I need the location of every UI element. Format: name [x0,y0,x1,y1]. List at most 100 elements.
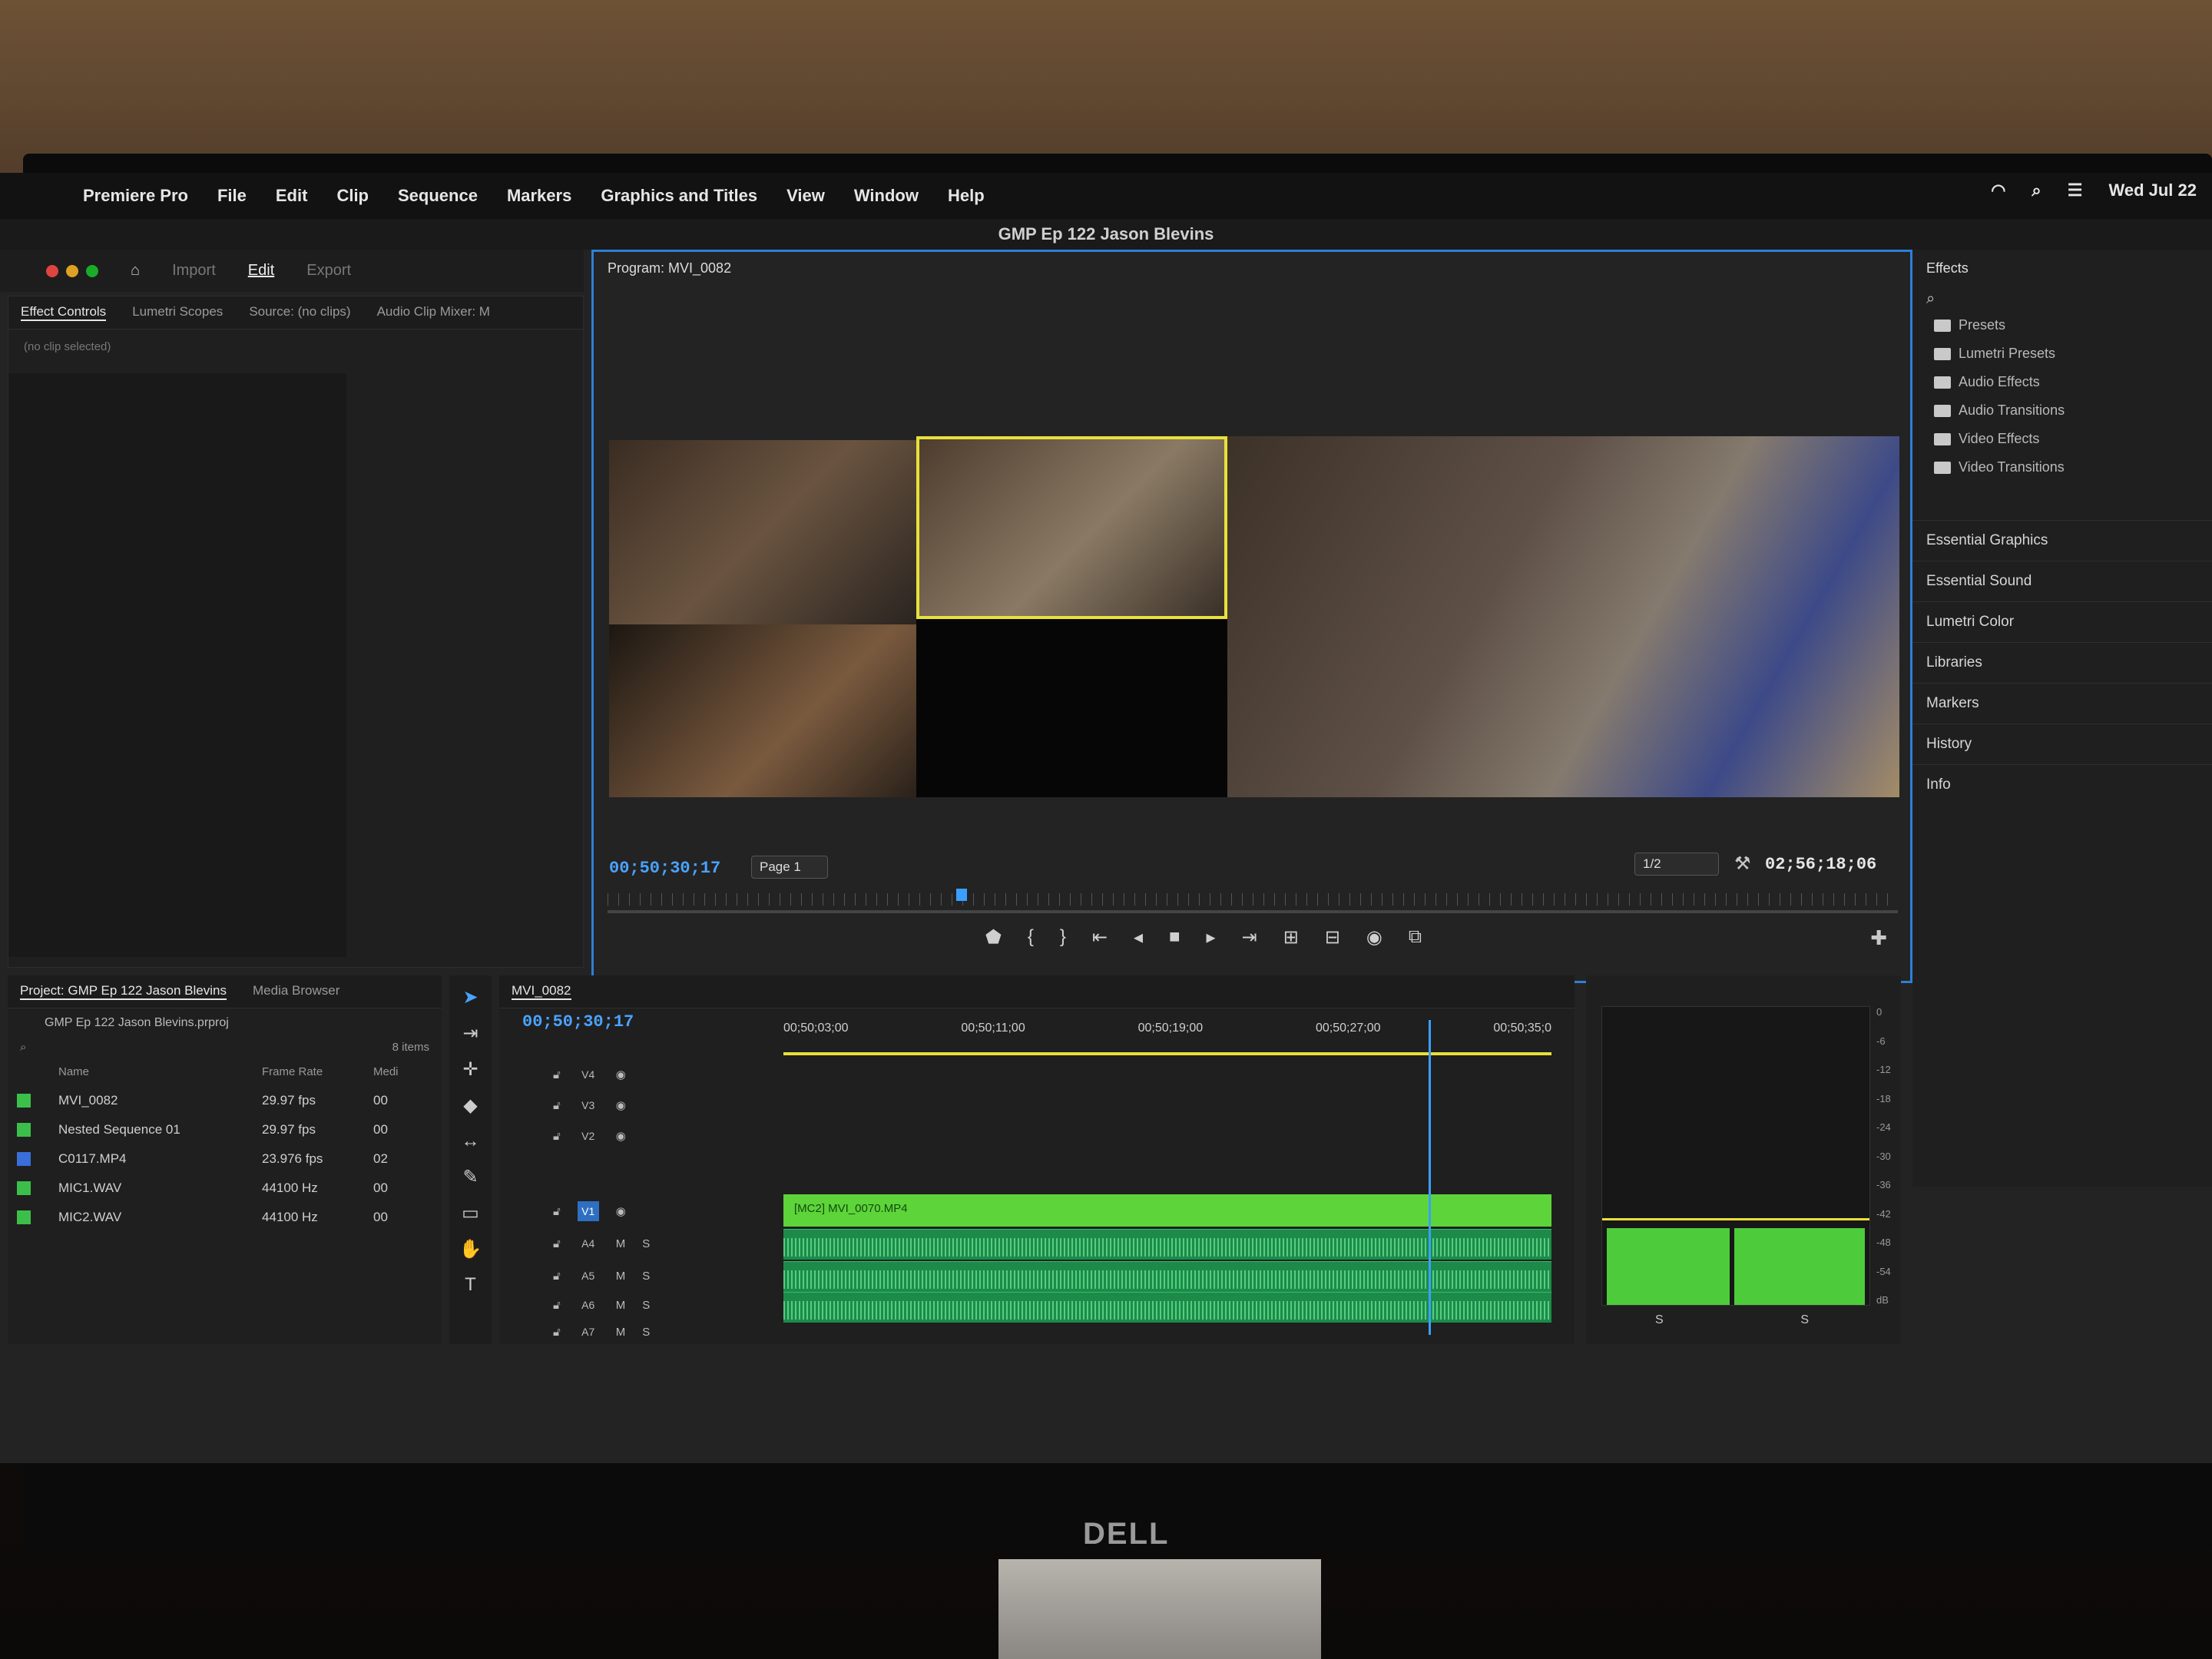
menu-file[interactable]: File [217,186,247,206]
go-to-out-icon[interactable]: ⇥ [1242,926,1257,949]
timeline-timecode[interactable]: 00;50;30;17 [522,1012,634,1031]
export-frame-icon[interactable]: ◉ [1366,926,1382,949]
effects-search-icon[interactable]: ⌕ [1912,287,2212,311]
lock-icon[interactable]: 🔓︎ [553,1299,561,1312]
menu-app-name[interactable]: Premiere Pro [83,186,188,206]
mark-out-icon[interactable]: } [1060,926,1066,949]
panel-essential-sound[interactable]: Essential Sound [1912,561,2212,601]
audio-clip[interactable] [783,1229,1551,1260]
lift-icon[interactable]: ⊞ [1283,926,1299,949]
track-label[interactable]: A4 [578,1233,599,1253]
project-item[interactable]: MIC1.WAV 44100 Hz 00 [8,1174,442,1203]
wifi-icon[interactable]: ◠ [1991,180,2005,200]
track-label[interactable]: A5 [578,1266,599,1286]
selection-tool-icon[interactable]: ➤ [462,986,478,1008]
menu-view[interactable]: View [786,186,825,206]
audio-clip[interactable] [783,1261,1551,1292]
panel-lumetri-color[interactable]: Lumetri Color [1912,601,2212,642]
panel-history[interactable]: History [1912,724,2212,764]
track-label[interactable]: V3 [578,1095,599,1115]
tab-edit[interactable]: Edit [248,262,274,280]
effects-folder[interactable]: Video Transitions [1912,453,2212,482]
tab-audio-clip-mixer[interactable]: Audio Clip Mixer: M [377,304,490,321]
camera-angle-3[interactable] [609,624,916,797]
menu-clip[interactable]: Clip [336,186,369,206]
lock-icon[interactable]: 🔓︎ [553,1237,561,1250]
solo-left-button[interactable]: S [1655,1313,1664,1327]
hand-icon[interactable]: ✋ [459,1238,482,1260]
camera-angle-2-active[interactable] [916,436,1227,619]
mute-icon[interactable]: M [616,1326,626,1339]
track-label[interactable]: A7 [578,1322,599,1342]
track-label[interactable]: V1 [577,1201,599,1221]
project-item[interactable]: Nested Sequence 01 29.97 fps 00 [8,1115,442,1144]
eye-icon[interactable]: ◉ [616,1204,626,1218]
lock-icon[interactable]: 🔓︎ [553,1099,561,1112]
tab-media-browser[interactable]: Media Browser [253,983,339,1000]
effects-folder[interactable]: Audio Transitions [1912,396,2212,425]
type-tool-icon[interactable]: T [465,1274,476,1296]
stop-icon[interactable]: ■ [1169,926,1181,949]
resolution-select[interactable]: 1/2 [1634,853,1719,876]
solo-icon[interactable]: S [642,1237,650,1250]
menu-edit[interactable]: Edit [276,186,308,206]
step-forward-icon[interactable]: ▸ [1207,926,1216,949]
lock-icon[interactable]: 🔓︎ [553,1130,561,1143]
menu-help[interactable]: Help [948,186,985,206]
extract-icon[interactable]: ⊟ [1325,926,1340,949]
zoom-icon[interactable] [86,264,98,277]
program-ruler[interactable] [608,893,1898,906]
home-icon[interactable]: ⌂ [131,262,140,280]
mute-icon[interactable]: M [616,1237,626,1250]
slip-icon[interactable]: ↔ [462,1131,480,1152]
effects-folder[interactable]: Presets [1912,311,2212,339]
audio-clip[interactable] [783,1292,1551,1323]
tab-project[interactable]: Project: GMP Ep 122 Jason Blevins [20,983,227,1000]
camera-angle-1[interactable] [609,440,916,624]
close-icon[interactable] [46,264,58,277]
tab-effect-controls[interactable]: Effect Controls [21,304,107,321]
ripple-edit-icon[interactable]: ✛ [462,1058,478,1081]
project-item[interactable]: MVI_0082 29.97 fps 00 [8,1086,442,1115]
mute-icon[interactable]: M [616,1299,626,1312]
menu-window[interactable]: Window [854,186,919,206]
solo-right-button[interactable]: S [1800,1313,1809,1327]
tab-sequence[interactable]: MVI_0082 [512,983,571,1000]
program-timecode[interactable]: 00;50;30;17 [609,859,720,878]
pen-icon[interactable]: ✎ [462,1166,478,1188]
solo-icon[interactable]: S [642,1299,650,1312]
solo-icon[interactable]: S [642,1326,650,1339]
search-icon[interactable]: ⌕ [20,1041,26,1054]
step-back-icon[interactable]: ◂ [1134,926,1143,949]
project-item[interactable]: C0117.MP4 23.976 fps 02 [8,1144,442,1174]
track-label[interactable]: V4 [578,1065,599,1084]
work-area-bar[interactable] [783,1052,1551,1055]
add-marker-icon[interactable]: ⬟ [985,926,1002,949]
menu-graphics[interactable]: Graphics and Titles [601,186,757,206]
track-select-icon[interactable]: ⇥ [462,1022,478,1045]
razor-icon[interactable]: ◆ [463,1094,477,1117]
control-center-icon[interactable]: ☰ [2068,180,2083,200]
lock-icon[interactable]: 🔓︎ [553,1068,561,1081]
col-name[interactable]: Name [58,1065,262,1078]
solo-icon[interactable]: S [642,1270,650,1283]
panel-libraries[interactable]: Libraries [1912,642,2212,683]
eye-icon[interactable]: ◉ [616,1098,626,1112]
tab-export[interactable]: Export [306,262,351,280]
lock-icon[interactable]: 🔓︎ [553,1205,561,1218]
eye-icon[interactable]: ◉ [616,1129,626,1143]
lock-icon[interactable]: 🔓︎ [553,1270,561,1283]
lock-icon[interactable]: 🔓︎ [553,1326,561,1339]
tab-import[interactable]: Import [172,262,216,280]
tab-lumetri-scopes[interactable]: Lumetri Scopes [132,304,223,321]
project-item[interactable]: MIC2.WAV 44100 Hz 00 [8,1203,442,1232]
col-frame-rate[interactable]: Frame Rate [262,1065,373,1078]
track-label[interactable]: A6 [578,1295,599,1315]
program-scrubber[interactable] [608,910,1898,913]
clock[interactable]: Wed Jul 22 [2108,180,2197,200]
eye-icon[interactable]: ◉ [616,1068,626,1081]
video-clip[interactable]: [MC2] MVI_0070.MP4 [783,1194,1551,1227]
minimize-icon[interactable] [66,264,78,277]
panel-markers[interactable]: Markers [1912,683,2212,724]
wrench-icon[interactable]: ⚒ [1734,853,1751,875]
